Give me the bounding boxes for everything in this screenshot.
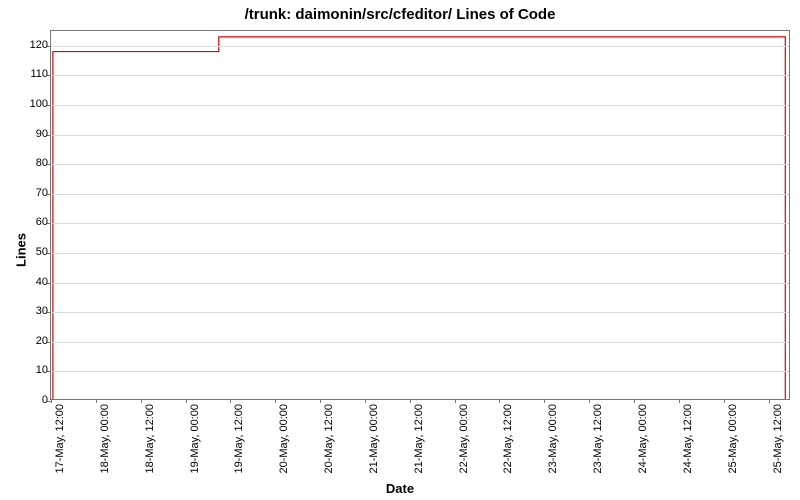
- x-tick-label: 22-May, 12:00: [502, 404, 514, 474]
- x-tick-label: 20-May, 12:00: [323, 404, 335, 474]
- x-tick-label: 19-May, 00:00: [189, 404, 201, 474]
- grid-line: [51, 75, 789, 76]
- x-tick-label: 24-May, 12:00: [682, 404, 694, 474]
- y-tick-label: 100: [8, 98, 48, 110]
- x-tick-label: 25-May, 00:00: [727, 404, 739, 474]
- y-tick-label: 20: [8, 335, 48, 347]
- y-tick-label: 80: [8, 157, 48, 169]
- x-tick-label: 17-May, 12:00: [54, 404, 66, 474]
- x-tick-mark: [455, 399, 456, 403]
- x-tick-mark: [724, 399, 725, 403]
- y-tick-label: 120: [8, 39, 48, 51]
- x-tick-mark: [634, 399, 635, 403]
- grid-line: [51, 253, 789, 254]
- x-tick-label: 23-May, 00:00: [547, 404, 559, 474]
- y-tick-label: 30: [8, 305, 48, 317]
- x-tick-mark: [275, 399, 276, 403]
- x-tick-label: 23-May, 12:00: [592, 404, 604, 474]
- x-tick-mark: [589, 399, 590, 403]
- grid-line: [51, 223, 789, 224]
- x-tick-label: 22-May, 00:00: [458, 404, 470, 474]
- x-tick-label: 24-May, 00:00: [637, 404, 649, 474]
- x-tick-mark: [544, 399, 545, 403]
- plot-area: [50, 30, 790, 400]
- y-tick-label: 90: [8, 128, 48, 140]
- chart-title: /trunk: daimonin/src/cfeditor/ Lines of …: [0, 6, 800, 23]
- x-axis-label: Date: [0, 481, 800, 496]
- x-tick-label: 21-May, 00:00: [368, 404, 380, 474]
- x-tick-mark: [186, 399, 187, 403]
- x-tick-label: 21-May, 12:00: [413, 404, 425, 474]
- x-tick-mark: [51, 399, 52, 403]
- y-tick-label: 10: [8, 364, 48, 376]
- x-tick-mark: [320, 399, 321, 403]
- x-tick-mark: [141, 399, 142, 403]
- x-tick-mark: [769, 399, 770, 403]
- y-tick-label: 40: [8, 276, 48, 288]
- grid-line: [51, 105, 789, 106]
- x-tick-label: 19-May, 12:00: [233, 404, 245, 474]
- grid-line: [51, 164, 789, 165]
- x-tick-label: 20-May, 00:00: [278, 404, 290, 474]
- grid-line: [51, 135, 789, 136]
- y-tick-label: 0: [8, 394, 48, 406]
- grid-line: [51, 194, 789, 195]
- grid-line: [51, 283, 789, 284]
- x-tick-mark: [96, 399, 97, 403]
- grid-line: [51, 312, 789, 313]
- x-tick-label: 18-May, 00:00: [99, 404, 111, 474]
- y-tick-label: 70: [8, 187, 48, 199]
- y-tick-label: 50: [8, 246, 48, 258]
- x-tick-label: 25-May, 12:00: [772, 404, 784, 474]
- y-tick-label: 60: [8, 216, 48, 228]
- grid-line: [51, 342, 789, 343]
- grid-line: [51, 371, 789, 372]
- y-tick-label: 110: [8, 68, 48, 80]
- x-tick-mark: [499, 399, 500, 403]
- line-series: [51, 31, 789, 399]
- x-tick-mark: [365, 399, 366, 403]
- x-tick-mark: [230, 399, 231, 403]
- grid-line: [51, 46, 789, 47]
- x-tick-label: 18-May, 12:00: [144, 404, 156, 474]
- x-tick-mark: [410, 399, 411, 403]
- x-tick-mark: [679, 399, 680, 403]
